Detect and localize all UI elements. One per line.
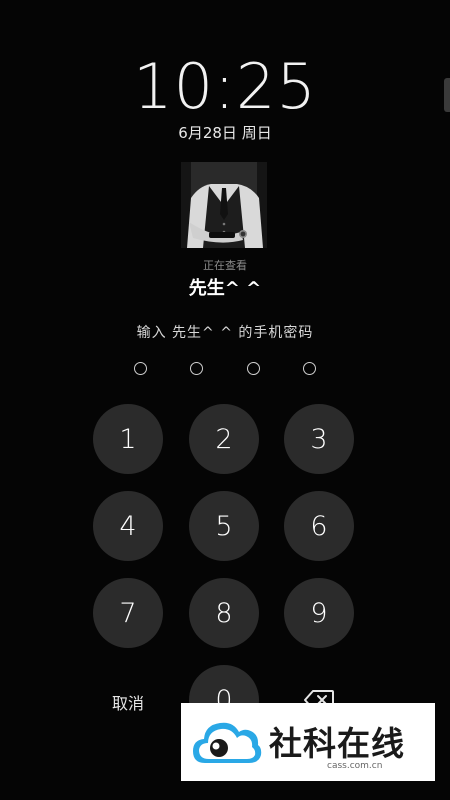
passcode-dot	[246, 362, 260, 375]
cancel-button[interactable]: 取消	[98, 690, 158, 714]
key-3[interactable]: 3	[284, 404, 354, 474]
key-8[interactable]: 8	[189, 578, 259, 648]
cloud-logo-icon	[193, 722, 262, 763]
owner-name: 先生^ ^	[188, 278, 262, 299]
watermark: 社科在线 cass.com.cn	[181, 703, 435, 781]
passcode-dot	[134, 362, 147, 375]
avatar	[181, 162, 267, 248]
viewing-label: 正在查看	[203, 259, 247, 272]
passcode-dot	[302, 362, 316, 375]
passcode-prompt: 输入 先生^ ^ 的手机密码	[136, 325, 314, 341]
key-6[interactable]: 6	[284, 491, 354, 561]
key-1[interactable]: 1	[93, 404, 163, 474]
watermark-name: 社科在线	[269, 724, 405, 763]
lock-date: 6月28日 周日	[178, 124, 272, 142]
passcode-dots	[134, 362, 316, 378]
lock-clock: 10:25	[133, 50, 317, 123]
key-4[interactable]: 4	[93, 491, 163, 561]
key-2[interactable]: 2	[189, 404, 259, 474]
passcode-dot	[190, 362, 204, 375]
watermark-url: cass.com.cn	[327, 761, 383, 771]
key-9[interactable]: 9	[284, 578, 354, 648]
avatar-image	[181, 162, 267, 248]
key-5[interactable]: 5	[189, 491, 259, 561]
key-7[interactable]: 7	[93, 578, 163, 648]
